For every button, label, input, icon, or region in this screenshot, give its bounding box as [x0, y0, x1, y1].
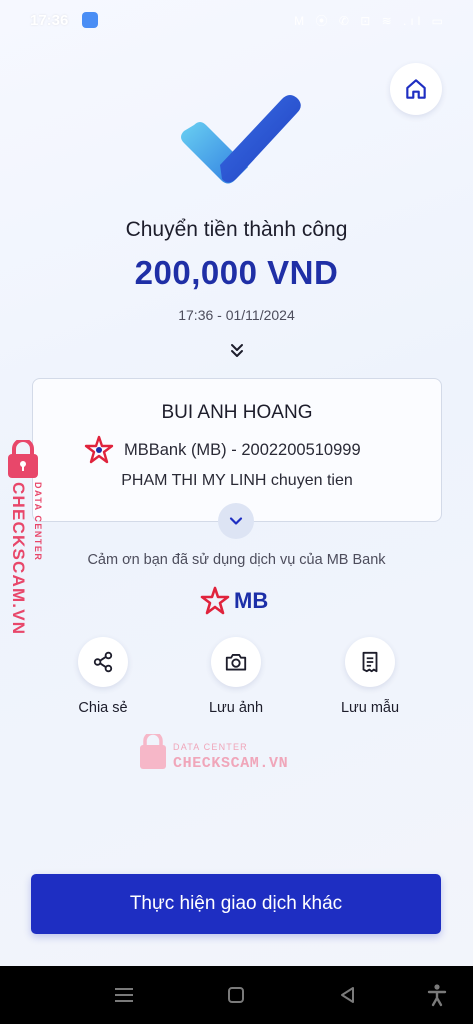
- watermark-vertical-subtext: DATA CENTER: [33, 482, 43, 561]
- transfer-datetime: 17:36 - 01/11/2024: [178, 307, 295, 323]
- double-chevron-down-icon[interactable]: [226, 340, 248, 362]
- share-label: Chia sẻ: [78, 700, 128, 716]
- checkscam-watermark-vertical: CHECKSCAM.VN DATA CENTER: [8, 440, 43, 635]
- watermark-vertical-text: CHECKSCAM.VN: [9, 482, 28, 635]
- success-check-icon: [181, 95, 301, 184]
- home-button[interactable]: [390, 63, 442, 115]
- share-action[interactable]: Chia sẻ: [58, 637, 148, 727]
- share-icon: [93, 651, 113, 673]
- chevron-down-icon: [229, 517, 243, 525]
- mb-logo-text: MB: [234, 588, 269, 613]
- checkscam-watermark-center: DATA CENTER CHECKSCAM.VN: [140, 734, 288, 772]
- expand-details-button[interactable]: [218, 503, 254, 539]
- success-title: Chuyển tiền thành công: [125, 218, 348, 241]
- transfer-memo: PHAM THI MY LINH chuyen tien: [121, 472, 353, 489]
- back-triangle-icon[interactable]: [338, 985, 358, 1005]
- system-navigation-bar: [0, 966, 473, 1024]
- home-icon: [406, 79, 426, 99]
- menu-icon[interactable]: [113, 986, 135, 1004]
- transfer-amount: 200,000 VND: [134, 254, 339, 291]
- save-template-button[interactable]: [345, 637, 395, 687]
- status-time: 17:36: [30, 12, 69, 29]
- camera-icon: [225, 654, 247, 671]
- app-notification-icon: [82, 12, 98, 28]
- home-square-icon[interactable]: [226, 985, 246, 1005]
- bank-account-row: MBBank (MB) - 2002200510999: [84, 435, 404, 464]
- save-template-action[interactable]: Lưu mẫu: [325, 637, 415, 727]
- bank-account-text: MBBank (MB) - 2002200510999: [124, 440, 361, 459]
- save-image-label: Lưu ảnh: [208, 700, 264, 716]
- recipient-name: BUI ANH HOANG: [161, 402, 313, 423]
- watermark-center-subtext: DATA CENTER: [173, 742, 248, 752]
- save-image-button[interactable]: [211, 637, 261, 687]
- thank-you-text: Cảm ơn bạn đã sử dụng dịch vụ của MB Ban…: [87, 552, 386, 568]
- accessibility-icon[interactable]: [426, 983, 448, 1007]
- template-icon: [362, 651, 378, 673]
- new-transaction-button[interactable]: Thực hiện giao dịch khác: [31, 874, 441, 934]
- status-bar: 17:36 M ⦿ ✆ ⊡ ≋ .ıl ▭: [0, 0, 473, 40]
- save-template-label: Lưu mẫu: [340, 700, 400, 716]
- mb-bank-star-icon: [84, 435, 114, 464]
- watermark-center-text: CHECKSCAM.VN: [173, 755, 288, 772]
- share-button[interactable]: [78, 637, 128, 687]
- status-icons: M ⦿ ✆ ⊡ ≋ .ıl ▭: [294, 14, 447, 28]
- mb-star-logo-icon: [200, 586, 230, 615]
- save-image-action[interactable]: Lưu ảnh: [191, 637, 281, 727]
- mb-bank-logo: MB: [200, 584, 280, 618]
